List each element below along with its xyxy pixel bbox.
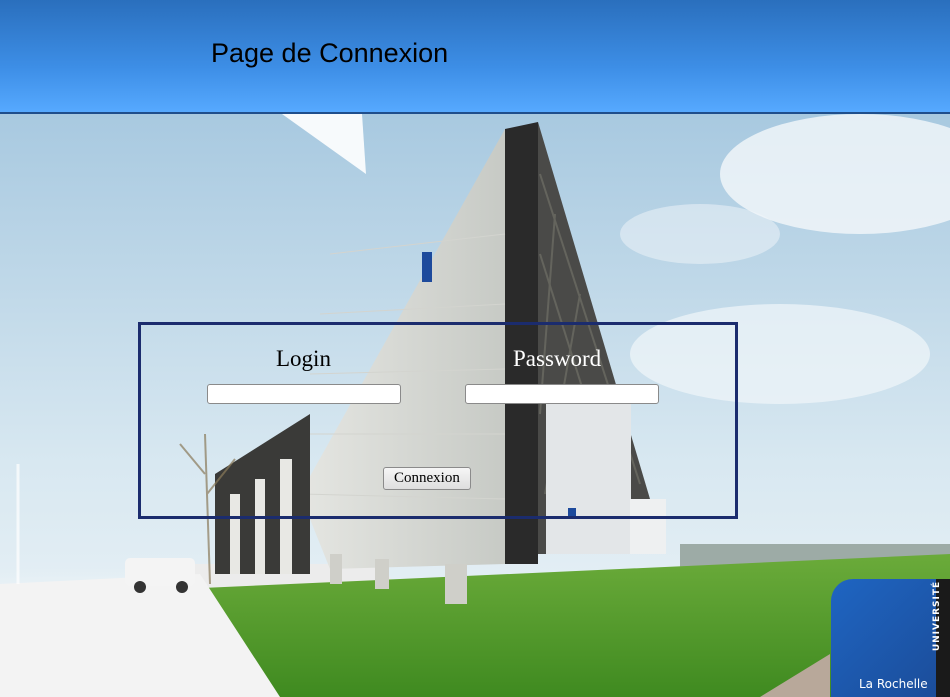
connexion-button[interactable]: Connexion	[383, 467, 471, 490]
login-input[interactable]	[207, 384, 401, 404]
password-label: Password	[513, 346, 602, 371]
password-input[interactable]	[465, 384, 659, 404]
login-form: Login Password Connexion	[138, 322, 738, 519]
university-logo: UNIVERSITÉ La Rochelle	[831, 579, 950, 697]
logo-vertical-text: UNIVERSITÉ	[931, 580, 942, 652]
page-header: Page de Connexion	[0, 0, 950, 114]
page-title: Page de Connexion	[211, 38, 449, 68]
login-label: Login	[276, 346, 331, 371]
logo-city-text: La Rochelle	[859, 677, 928, 691]
